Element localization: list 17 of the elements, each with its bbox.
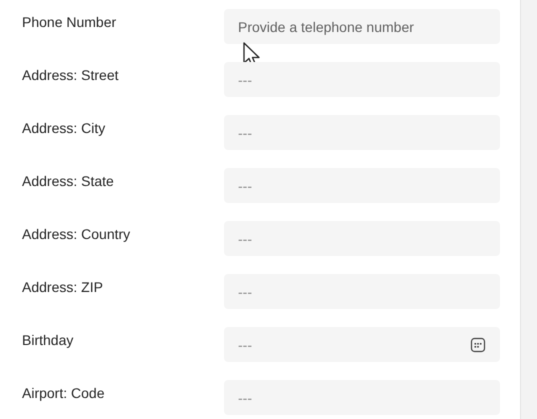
input-field[interactable]: Provide a telephone number <box>224 9 500 44</box>
field-label: Address: Street <box>22 66 120 83</box>
field-label: Airport: Code <box>22 384 106 401</box>
input-field[interactable]: --- <box>224 115 500 150</box>
input-field[interactable]: --- <box>224 327 500 362</box>
input-field[interactable]: --- <box>224 221 500 256</box>
input-field[interactable]: --- <box>224 62 500 97</box>
field-label: Birthday <box>22 331 74 348</box>
calendar-icon[interactable] <box>470 337 486 353</box>
field-label: Address: ZIP <box>22 278 104 295</box>
field-label: Address: Country <box>22 225 132 242</box>
input-field[interactable]: --- <box>224 274 500 309</box>
field-label: Address: City <box>22 119 106 136</box>
input-field[interactable]: --- <box>224 168 500 203</box>
input-field[interactable]: --- <box>224 380 500 415</box>
field-label: Address: State <box>22 172 115 189</box>
field-label: Phone Number <box>22 13 118 30</box>
